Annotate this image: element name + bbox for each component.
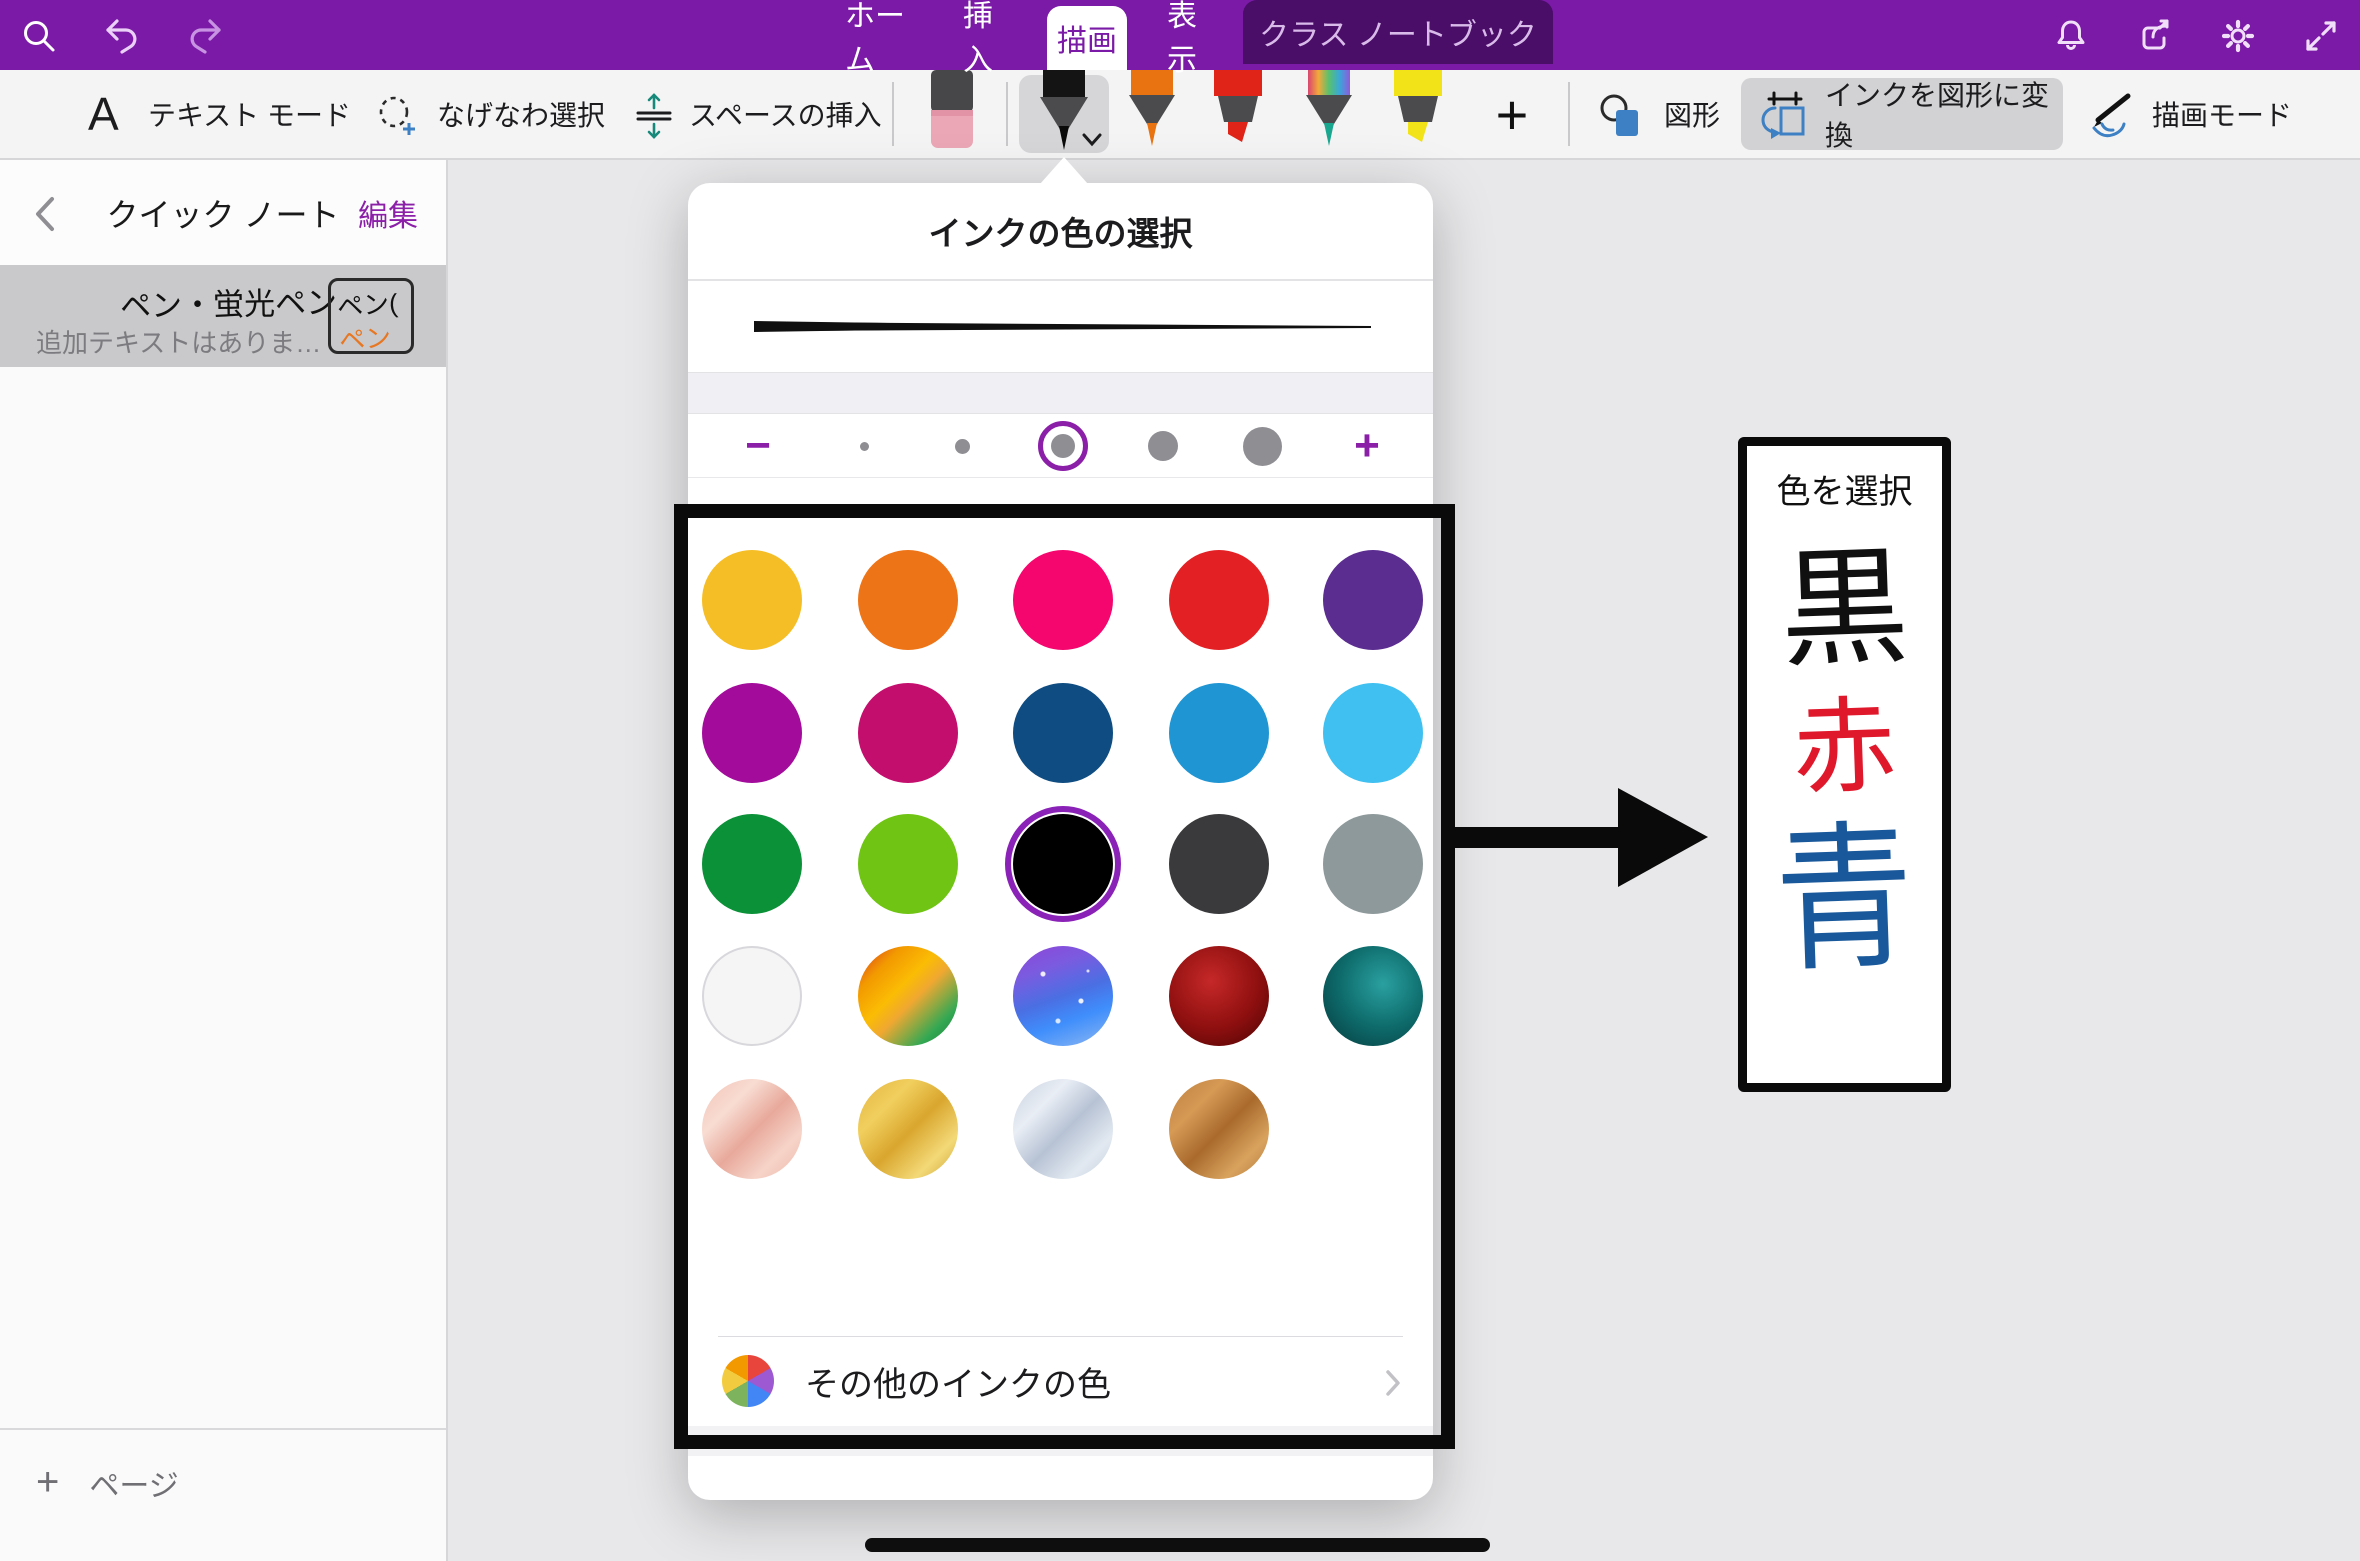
add-page-label: ページ	[89, 1461, 178, 1505]
orange-pen-tool[interactable]	[1122, 70, 1182, 150]
swatch-red[interactable]	[1169, 550, 1269, 650]
swatch-gold[interactable]	[858, 1079, 958, 1179]
swatch-green[interactable]	[702, 814, 802, 914]
red-highlighter-tool[interactable]	[1208, 70, 1268, 150]
swatch-sky-blue[interactable]	[1323, 683, 1423, 783]
thickness-dot-2[interactable]	[955, 439, 970, 454]
home-indicator[interactable]	[865, 1538, 1490, 1552]
shapes-button[interactable]: 図形	[1664, 70, 1720, 158]
thickness-dot-5[interactable]	[1243, 427, 1282, 466]
swatch-light-green[interactable]	[858, 814, 958, 914]
draw-mode-icon	[2086, 92, 2136, 140]
search-icon[interactable]	[20, 17, 58, 55]
chevron-right-icon	[1384, 1369, 1402, 1397]
lasso-select-button[interactable]: なげなわ選択	[437, 70, 605, 158]
sidebar-footer: + ページ	[0, 1428, 446, 1561]
draw-mode-button[interactable]: 描画モード	[2152, 70, 2292, 158]
swatch-rose-gold[interactable]	[702, 1079, 802, 1179]
annotation-box-title: 色を選択	[1747, 464, 1942, 513]
annotation-arrow	[1448, 780, 1712, 895]
thickness-dot-3[interactable]	[1051, 434, 1075, 458]
thickness-increase-button[interactable]: +	[1337, 414, 1397, 478]
popup-title: インクの色の選択	[688, 183, 1433, 281]
ink-color-popup: インクの色の選択 − + その他のインクの色	[688, 183, 1433, 1500]
swatch-galaxy[interactable]	[1013, 946, 1113, 1046]
swatch-yellow[interactable]	[702, 550, 802, 650]
page-thumbnail: ペン( ペン	[328, 278, 414, 354]
swatch-ocean[interactable]	[1323, 946, 1423, 1046]
thickness-row: − +	[688, 414, 1433, 478]
page-title: ペン・蛍光ペン	[120, 277, 338, 326]
draw-toolbar: A テキスト モード なげなわ選択 スペースの挿入	[0, 70, 2360, 160]
ink-to-shape-label: インクを図形に変換	[1825, 78, 2063, 150]
ink-to-shape-icon	[1761, 90, 1811, 140]
page-list-item-selected[interactable]: ペン・蛍光ペン 追加テキストはありま… ペン( ペン	[0, 265, 446, 367]
ink-to-shape-button[interactable]: インクを図形に変換	[1741, 78, 2063, 150]
stroke-preview	[688, 283, 1433, 371]
swatch-pink[interactable]	[1013, 550, 1113, 650]
swatch-bronze[interactable]	[1169, 1079, 1269, 1179]
insert-space-icon	[630, 92, 678, 140]
swatch-magenta[interactable]	[702, 683, 802, 783]
share-icon[interactable]	[2136, 17, 2174, 55]
thickness-band	[688, 372, 1433, 414]
galaxy-pen-tool[interactable]	[1299, 70, 1359, 150]
popup-callout-arrow	[1040, 157, 1088, 184]
page-subtitle: 追加テキストはありま…	[36, 323, 321, 360]
annotation-char-1: 黒	[1745, 543, 1944, 678]
toolbar-divider	[1006, 82, 1008, 146]
add-pen-button[interactable]: +	[1484, 70, 1540, 158]
thickness-dot-1[interactable]	[860, 442, 869, 451]
toolbar-divider	[892, 82, 894, 146]
color-wheel-icon	[722, 1355, 774, 1407]
swatch-purple[interactable]	[1323, 550, 1423, 650]
swatch-black[interactable]	[1013, 814, 1113, 914]
shapes-icon	[1598, 92, 1646, 140]
annotation-char-3: 青	[1744, 817, 1944, 982]
swatch-orange[interactable]	[858, 550, 958, 650]
page-list-sidebar: クイック ノート 編集 ペン・蛍光ペン 追加テキストはありま… ペン( ペン +…	[0, 160, 448, 1561]
tab-insert[interactable]: 挿入	[953, 0, 1021, 70]
gear-icon[interactable]	[2219, 17, 2257, 55]
top-app-bar: ホーム 挿入 描画 表示 クラス ノートブック	[0, 0, 2360, 70]
text-mode-button[interactable]: テキスト モード	[148, 70, 351, 158]
text-mode-icon: A	[88, 70, 119, 158]
thickness-decrease-button[interactable]: −	[728, 414, 788, 478]
add-page-button[interactable]: + ページ	[36, 1460, 179, 1505]
swatch-gray[interactable]	[1323, 814, 1423, 914]
undo-icon[interactable]	[103, 17, 141, 55]
tab-class-notebook[interactable]: クラス ノートブック	[1243, 0, 1553, 64]
more-ink-colors-row[interactable]: その他のインクの色	[688, 1337, 1433, 1425]
annotation-char-2: 赤	[1745, 693, 1944, 804]
tab-home[interactable]: ホーム	[835, 0, 915, 70]
eraser-tool[interactable]	[929, 70, 975, 150]
onenote-app: ホーム 挿入 描画 表示 クラス ノートブック	[0, 0, 2360, 1561]
expand-icon[interactable]	[2302, 17, 2340, 55]
swatch-silver[interactable]	[1013, 1079, 1113, 1179]
toolbar-divider	[1568, 82, 1570, 146]
more-ink-colors-label: その他のインクの色	[805, 1337, 1111, 1425]
tab-draw[interactable]: 描画	[1047, 6, 1127, 70]
swatch-lava[interactable]	[1169, 946, 1269, 1046]
swatch-dark-gray[interactable]	[1169, 814, 1269, 914]
insert-space-button[interactable]: スペースの挿入	[689, 70, 882, 158]
tab-view[interactable]: 表示	[1157, 0, 1227, 70]
thumbnail-ink-line2: ペン	[338, 317, 392, 354]
edit-button[interactable]: 編集	[358, 160, 418, 265]
thickness-dot-4[interactable]	[1148, 431, 1178, 461]
swatch-blue[interactable]	[1169, 683, 1269, 783]
chevron-down-icon[interactable]	[1080, 130, 1104, 150]
annotation-color-box: 色を選択 黒赤青	[1738, 437, 1951, 1092]
bell-icon[interactable]	[2052, 17, 2090, 55]
popup-footer-strip	[688, 1426, 1433, 1456]
swatch-dark-pink[interactable]	[858, 683, 958, 783]
yellow-highlighter-tool[interactable]	[1388, 70, 1448, 150]
swatch-white[interactable]	[702, 946, 802, 1046]
plus-icon: +	[36, 1460, 59, 1505]
redo-icon[interactable]	[186, 17, 224, 55]
sidebar-header: クイック ノート 編集	[0, 160, 446, 265]
lasso-icon	[374, 94, 418, 138]
swatch-navy[interactable]	[1013, 683, 1113, 783]
swatch-gold-glitter[interactable]	[858, 946, 958, 1046]
